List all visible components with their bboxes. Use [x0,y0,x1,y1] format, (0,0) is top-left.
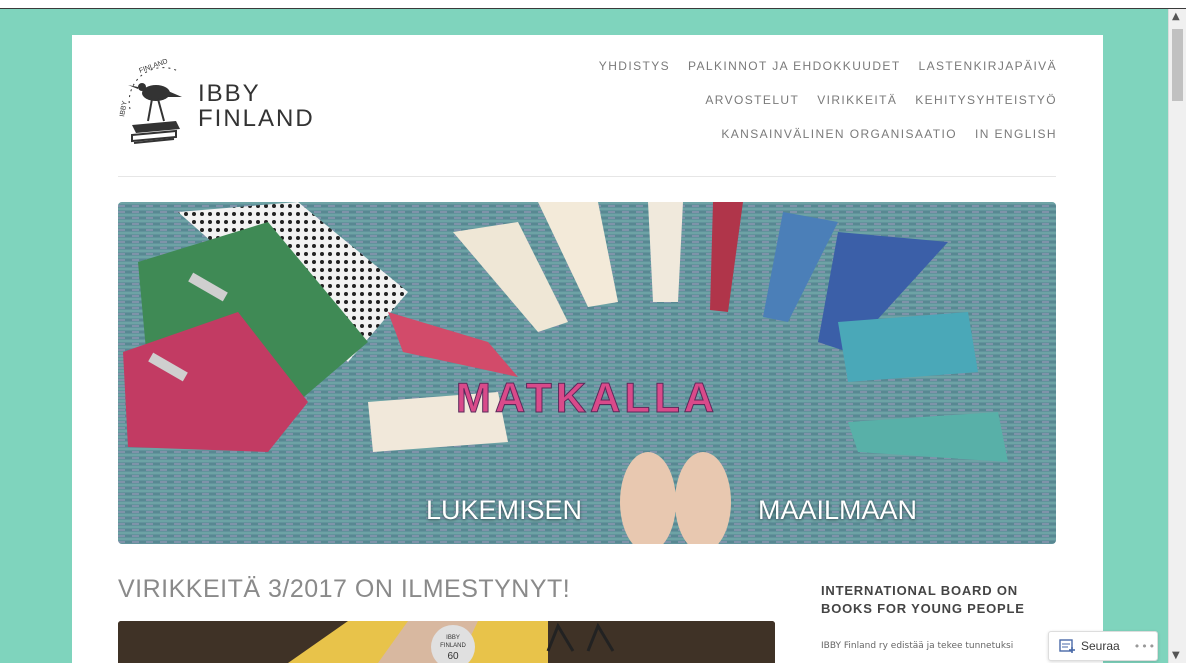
site-logo[interactable]: FINLAND IBBY IBBY FINLAND [118,58,338,149]
sidebar-widget-text: IBBY Finland ry edistää ja tekee tunnetu… [821,641,1014,651]
header-banner-image: MATKALLA LUKEMISEN MAAILMAAN [118,202,1056,544]
post-title-link[interactable]: VIRIKKEITÄ 3/2017 ON ILMESTYNYT! [118,575,570,604]
scroll-thumb[interactable] [1172,29,1183,101]
ibby-bird-logo-icon: FINLAND IBBY [119,58,182,144]
cover-badge-ibby: IBBY [446,635,460,641]
cover-badge-finland: FINLAND [440,643,466,649]
nav-item-lastenkirjapaiva[interactable]: LASTENKIRJAPÄIVÄ [919,59,1057,93]
nav-item-kehitysyhteistyo[interactable]: KEHITYSYHTEISTYÖ [915,93,1057,127]
more-options-icon[interactable]: ••• [1134,640,1156,653]
logo-line-finland: FINLAND [198,105,315,132]
nav-item-arvostelut[interactable]: ARVOSTELUT [705,93,799,127]
nav-row-3: KANSAINVÄLINEN ORGANISAATIO IN ENGLISH [537,127,1057,161]
follow-button[interactable]: Seuraa ••• [1048,631,1158,661]
banner-caption-left: LUKEMISEN [426,495,583,525]
main-navigation: YHDISTYS PALKINNOT JA EHDOKKUUDET LASTEN… [537,59,1057,161]
nav-item-kansainvalinen[interactable]: KANSAINVÄLINEN ORGANISAATIO [721,127,957,161]
banner-word: MATKALLA [456,374,718,421]
banner-caption-right: MAAILMAAN [758,495,918,525]
follow-plus-icon [1059,639,1075,653]
logo-line-ibby: IBBY [198,80,261,107]
logo-badge-text-2: IBBY [119,100,129,117]
header-divider [118,176,1056,177]
nav-row-1: YHDISTYS PALKINNOT JA EHDOKKUUDET LASTEN… [537,59,1057,93]
scroll-down-arrow-icon[interactable]: ▼ [1172,650,1180,661]
logo-text[interactable]: IBBY FINLAND [198,81,315,131]
nav-row-2: ARVOSTELUT VIRIKKEITÄ KEHITYSYHTEISTYÖ [537,93,1057,127]
sidebar-widget-title: INTERNATIONAL BOARD ON BOOKS FOR YOUNG P… [821,583,1025,616]
scroll-up-arrow-icon[interactable]: ▲ [1172,11,1180,22]
follow-label: Seuraa [1081,639,1120,653]
nav-item-yhdistys[interactable]: YHDISTYS [599,59,670,93]
nav-item-palkinnot[interactable]: PALKINNOT JA EHDOKKUUDET [688,59,901,93]
banner-photo: MATKALLA [118,202,1056,544]
logo-badge-text: FINLAND [138,59,169,75]
page-container: FINLAND IBBY IBBY FINLAND YHDISTYS PALKI… [72,35,1103,663]
browser-top-edge [0,0,1186,9]
magazine-cover-photo: IBBY FINLAND 60 [118,621,775,663]
page-scrollbar[interactable]: ▲ ▼ [1168,9,1186,663]
nav-item-in-english[interactable]: IN ENGLISH [975,127,1057,161]
nav-item-virikkeita[interactable]: VIRIKKEITÄ [817,93,897,127]
post-featured-image[interactable]: IBBY FINLAND 60 [118,621,775,663]
cover-badge-number: 60 [447,651,459,662]
